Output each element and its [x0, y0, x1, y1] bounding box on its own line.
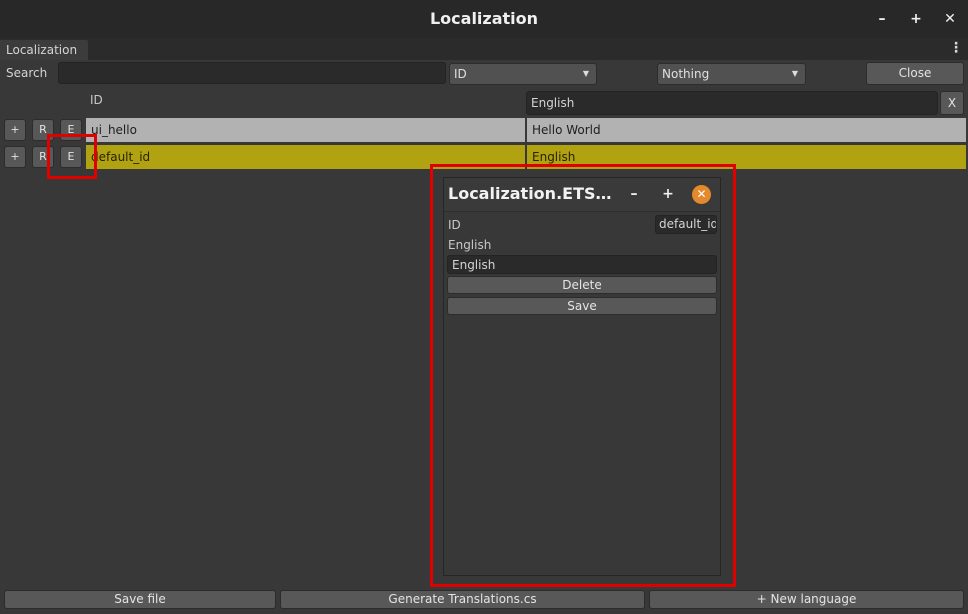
editor-maximize-button[interactable]: + — [659, 185, 677, 203]
window-close-button[interactable]: ✕ — [941, 10, 959, 28]
remove-row-button[interactable]: R — [32, 119, 54, 141]
window-minimize-button[interactable]: – — [873, 10, 891, 28]
tab-localization[interactable]: Localization — [0, 40, 88, 60]
add-row-button[interactable]: + — [4, 146, 26, 168]
id-column-header: ID — [90, 93, 103, 107]
table-row-id-cell[interactable]: default_id — [86, 145, 525, 169]
editor-english-input[interactable] — [447, 255, 717, 274]
editor-id-value[interactable]: default_id — [655, 215, 717, 234]
key-dropdown[interactable]: ID ▼ — [449, 63, 597, 85]
window-maximize-button[interactable]: + — [907, 10, 925, 28]
key-dropdown-value: ID — [454, 67, 467, 81]
generate-translations-button[interactable]: Generate Translations.cs — [280, 590, 645, 609]
edit-row-button[interactable]: E — [60, 146, 82, 168]
tab-menu-icon[interactable]: ⋮ — [948, 40, 964, 58]
edit-row-button[interactable]: E — [60, 119, 82, 141]
editor-title: Localization.ETSEdit... — [448, 184, 620, 203]
table-row-english-cell[interactable]: Hello World — [527, 118, 966, 142]
chevron-down-icon: ▼ — [582, 69, 589, 78]
save-file-button[interactable]: Save file — [4, 590, 276, 609]
save-button[interactable]: Save — [447, 297, 717, 315]
filter-dropdown-value: Nothing — [662, 67, 710, 81]
editor-minimize-button[interactable]: – — [625, 185, 643, 203]
search-input[interactable] — [58, 62, 446, 84]
language-header-input[interactable] — [526, 91, 938, 115]
chevron-down-icon: ▼ — [791, 69, 798, 78]
new-language-button[interactable]: + New language — [649, 590, 964, 609]
window-title: Localization — [429, 9, 539, 28]
editor-close-icon[interactable]: ✕ — [692, 185, 711, 204]
delete-button[interactable]: Delete — [447, 276, 717, 294]
table-row-id-cell[interactable]: ui_hello — [86, 118, 525, 142]
filter-dropdown[interactable]: Nothing ▼ — [657, 63, 806, 85]
editor-english-label: English — [448, 238, 492, 252]
remove-row-button[interactable]: R — [32, 146, 54, 168]
add-row-button[interactable]: + — [4, 119, 26, 141]
search-label: Search — [6, 66, 48, 80]
tab-strip — [0, 38, 968, 60]
remove-language-button[interactable]: X — [940, 91, 964, 115]
close-button[interactable]: Close — [866, 62, 964, 85]
table-row-english-cell[interactable]: English — [527, 145, 966, 169]
editor-id-label: ID — [448, 218, 461, 232]
